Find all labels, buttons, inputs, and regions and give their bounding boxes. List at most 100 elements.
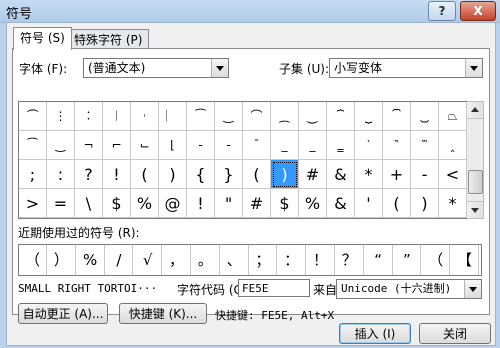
- font-select[interactable]: (普通文本): [83, 58, 229, 78]
- recent-symbol-cell[interactable]: “: [365, 245, 393, 275]
- symbol-cell[interactable]: ⁔: [271, 102, 299, 131]
- recent-symbols-list[interactable]: （）% / √，。、；：！？ “” （【: [18, 244, 482, 276]
- symbol-cell[interactable]: +: [383, 160, 411, 189]
- symbol-cell[interactable]: $: [271, 189, 299, 218]
- symbol-cell[interactable]: ⌊: [159, 131, 187, 160]
- recent-symbol-cell[interactable]: √: [134, 245, 163, 275]
- symbol-cell[interactable]: ⏡: [411, 102, 439, 131]
- recent-symbol-cell[interactable]: ）: [48, 245, 76, 275]
- symbol-cell[interactable]: (: [131, 160, 159, 189]
- symbol-cell[interactable]: _: [271, 131, 299, 160]
- symbol-cell[interactable]: ): [271, 160, 299, 189]
- symbol-cell[interactable]: #: [243, 189, 271, 218]
- symbol-cell[interactable]: }: [215, 160, 243, 189]
- recent-symbol-cell[interactable]: ：: [278, 245, 307, 275]
- symbol-cell[interactable]: ⏟: [355, 102, 383, 131]
- symbol-cell[interactable]: ': [355, 189, 383, 218]
- symbol-cell[interactable]: %: [299, 189, 327, 218]
- symbol-cell[interactable]: ︰: [75, 102, 103, 131]
- symbol-cell[interactable]: ︱: [103, 102, 131, 131]
- symbol-cell[interactable]: ¯: [243, 131, 271, 160]
- symbol-cell[interactable]: ‶: [383, 131, 411, 160]
- symbol-cell[interactable]: -: [411, 160, 439, 189]
- symbol-cell[interactable]: ‐: [187, 131, 215, 160]
- symbol-cell[interactable]: ︲: [131, 102, 159, 131]
- symbol-cell[interactable]: ⏢: [439, 102, 467, 131]
- recent-symbol-cell[interactable]: ！: [307, 245, 335, 275]
- recent-symbol-cell[interactable]: 【: [451, 245, 479, 275]
- symbol-cell[interactable]: (: [243, 160, 271, 189]
- symbol-cell[interactable]: #: [299, 160, 327, 189]
- scroll-up-icon[interactable]: [467, 102, 483, 119]
- symbol-cell[interactable]: ⁀: [187, 102, 215, 131]
- symbol-cell[interactable]: &: [327, 160, 355, 189]
- recent-symbol-cell[interactable]: ；: [249, 245, 278, 275]
- symbol-cell[interactable]: ⌙: [131, 131, 159, 160]
- symbol-cell[interactable]: ‸: [439, 131, 467, 160]
- symbol-cell[interactable]: ‷: [411, 131, 439, 160]
- symbol-cell[interactable]: ⏞: [327, 102, 355, 131]
- symbol-cell[interactable]: =: [47, 189, 75, 218]
- symbol-cell[interactable]: *: [355, 160, 383, 189]
- symbol-cell[interactable]: ︳: [159, 102, 187, 131]
- symbol-grid-scrollbar[interactable]: [467, 101, 484, 219]
- autocorrect-button[interactable]: 自动更正 (A)...: [18, 303, 108, 324]
- tab-special-characters[interactable]: 特殊字符 (P): [67, 29, 150, 50]
- from-select[interactable]: Unicode (十六进制): [336, 279, 482, 299]
- chevron-down-icon[interactable]: [211, 59, 228, 77]
- symbol-cell[interactable]: %: [131, 189, 159, 218]
- symbol-cell[interactable]: {: [187, 160, 215, 189]
- symbol-cell[interactable]: <: [439, 160, 467, 189]
- symbol-cell[interactable]: ⏠: [383, 102, 411, 131]
- close-button[interactable]: 关闭: [419, 323, 491, 344]
- insert-button[interactable]: 插入 (I): [339, 323, 411, 344]
- char-code-input[interactable]: FE5E: [238, 279, 310, 297]
- chevron-down-icon[interactable]: [464, 280, 481, 298]
- recent-symbol-cell[interactable]: ”: [393, 245, 422, 275]
- symbol-cell[interactable]: >: [19, 189, 47, 218]
- symbol-cell[interactable]: ;: [19, 160, 47, 189]
- subset-select[interactable]: 小写变体: [329, 58, 483, 78]
- symbol-cell[interactable]: ‑: [215, 131, 243, 160]
- scroll-thumb[interactable]: [468, 170, 483, 194]
- symbol-cell[interactable]: ⏜: [19, 102, 47, 131]
- shortcut-key-button[interactable]: 快捷键 (K)...: [119, 303, 207, 324]
- recent-symbol-cell[interactable]: （: [19, 245, 47, 275]
- symbol-cell[interactable]: !: [103, 160, 131, 189]
- symbol-cell[interactable]: _: [299, 131, 327, 160]
- tab-symbols[interactable]: 符号 (S): [13, 27, 72, 50]
- recent-symbol-cell[interactable]: /: [105, 245, 134, 275]
- recent-symbol-cell[interactable]: 、: [221, 245, 249, 275]
- chevron-down-icon[interactable]: [465, 59, 482, 77]
- symbol-cell[interactable]: &: [327, 189, 355, 218]
- symbol-cell[interactable]: ‿: [215, 102, 243, 131]
- recent-symbol-cell[interactable]: ，: [163, 245, 191, 275]
- recent-symbol-cell[interactable]: %: [77, 245, 105, 275]
- recent-symbol-cell[interactable]: （: [422, 245, 451, 275]
- symbol-cell[interactable]: ⌐: [103, 131, 131, 160]
- symbol-cell[interactable]: @: [159, 189, 187, 218]
- symbol-cell[interactable]: (: [383, 189, 411, 218]
- symbol-cell[interactable]: :: [47, 160, 75, 189]
- symbol-cell[interactable]: ¬: [75, 131, 103, 160]
- symbol-cell[interactable]: ⁀: [19, 131, 47, 160]
- symbol-grid[interactable]: ⏜ ⋮ ︰ ︱ ︲ ︳ ⁀ ‿ ⌒ ⁔ ⏝ ⏞ ⏟ ⏠ ⏡ ⏢ ⁀ ‿ ¬ ⌐ ⌙ ⌊ ‐ ‑ ¯ _ _ ‗ ‵ ‶ ‷ ‸;:?!(){}…: [18, 101, 468, 219]
- symbol-cell[interactable]: !: [187, 189, 215, 218]
- symbol-cell[interactable]: ⌒: [243, 102, 271, 131]
- symbol-cell[interactable]: ⋮: [47, 102, 75, 131]
- help-button[interactable]: ?: [428, 1, 456, 21]
- symbol-cell[interactable]: ": [215, 189, 243, 218]
- symbol-cell[interactable]: ‿: [47, 131, 75, 160]
- symbol-cell[interactable]: ): [411, 189, 439, 218]
- recent-symbol-cell[interactable]: ？: [336, 245, 364, 275]
- symbol-cell[interactable]: \: [75, 189, 103, 218]
- symbol-cell[interactable]: $: [103, 189, 131, 218]
- symbol-cell[interactable]: ‵: [355, 131, 383, 160]
- scroll-down-icon[interactable]: [467, 201, 483, 218]
- symbol-cell[interactable]: ‗: [327, 131, 355, 160]
- symbol-cell[interactable]: ): [159, 160, 187, 189]
- symbol-cell[interactable]: ⏝: [299, 102, 327, 131]
- recent-symbol-cell[interactable]: 。: [192, 245, 220, 275]
- window-close-button[interactable]: X: [460, 1, 496, 21]
- symbol-cell[interactable]: *: [439, 189, 467, 218]
